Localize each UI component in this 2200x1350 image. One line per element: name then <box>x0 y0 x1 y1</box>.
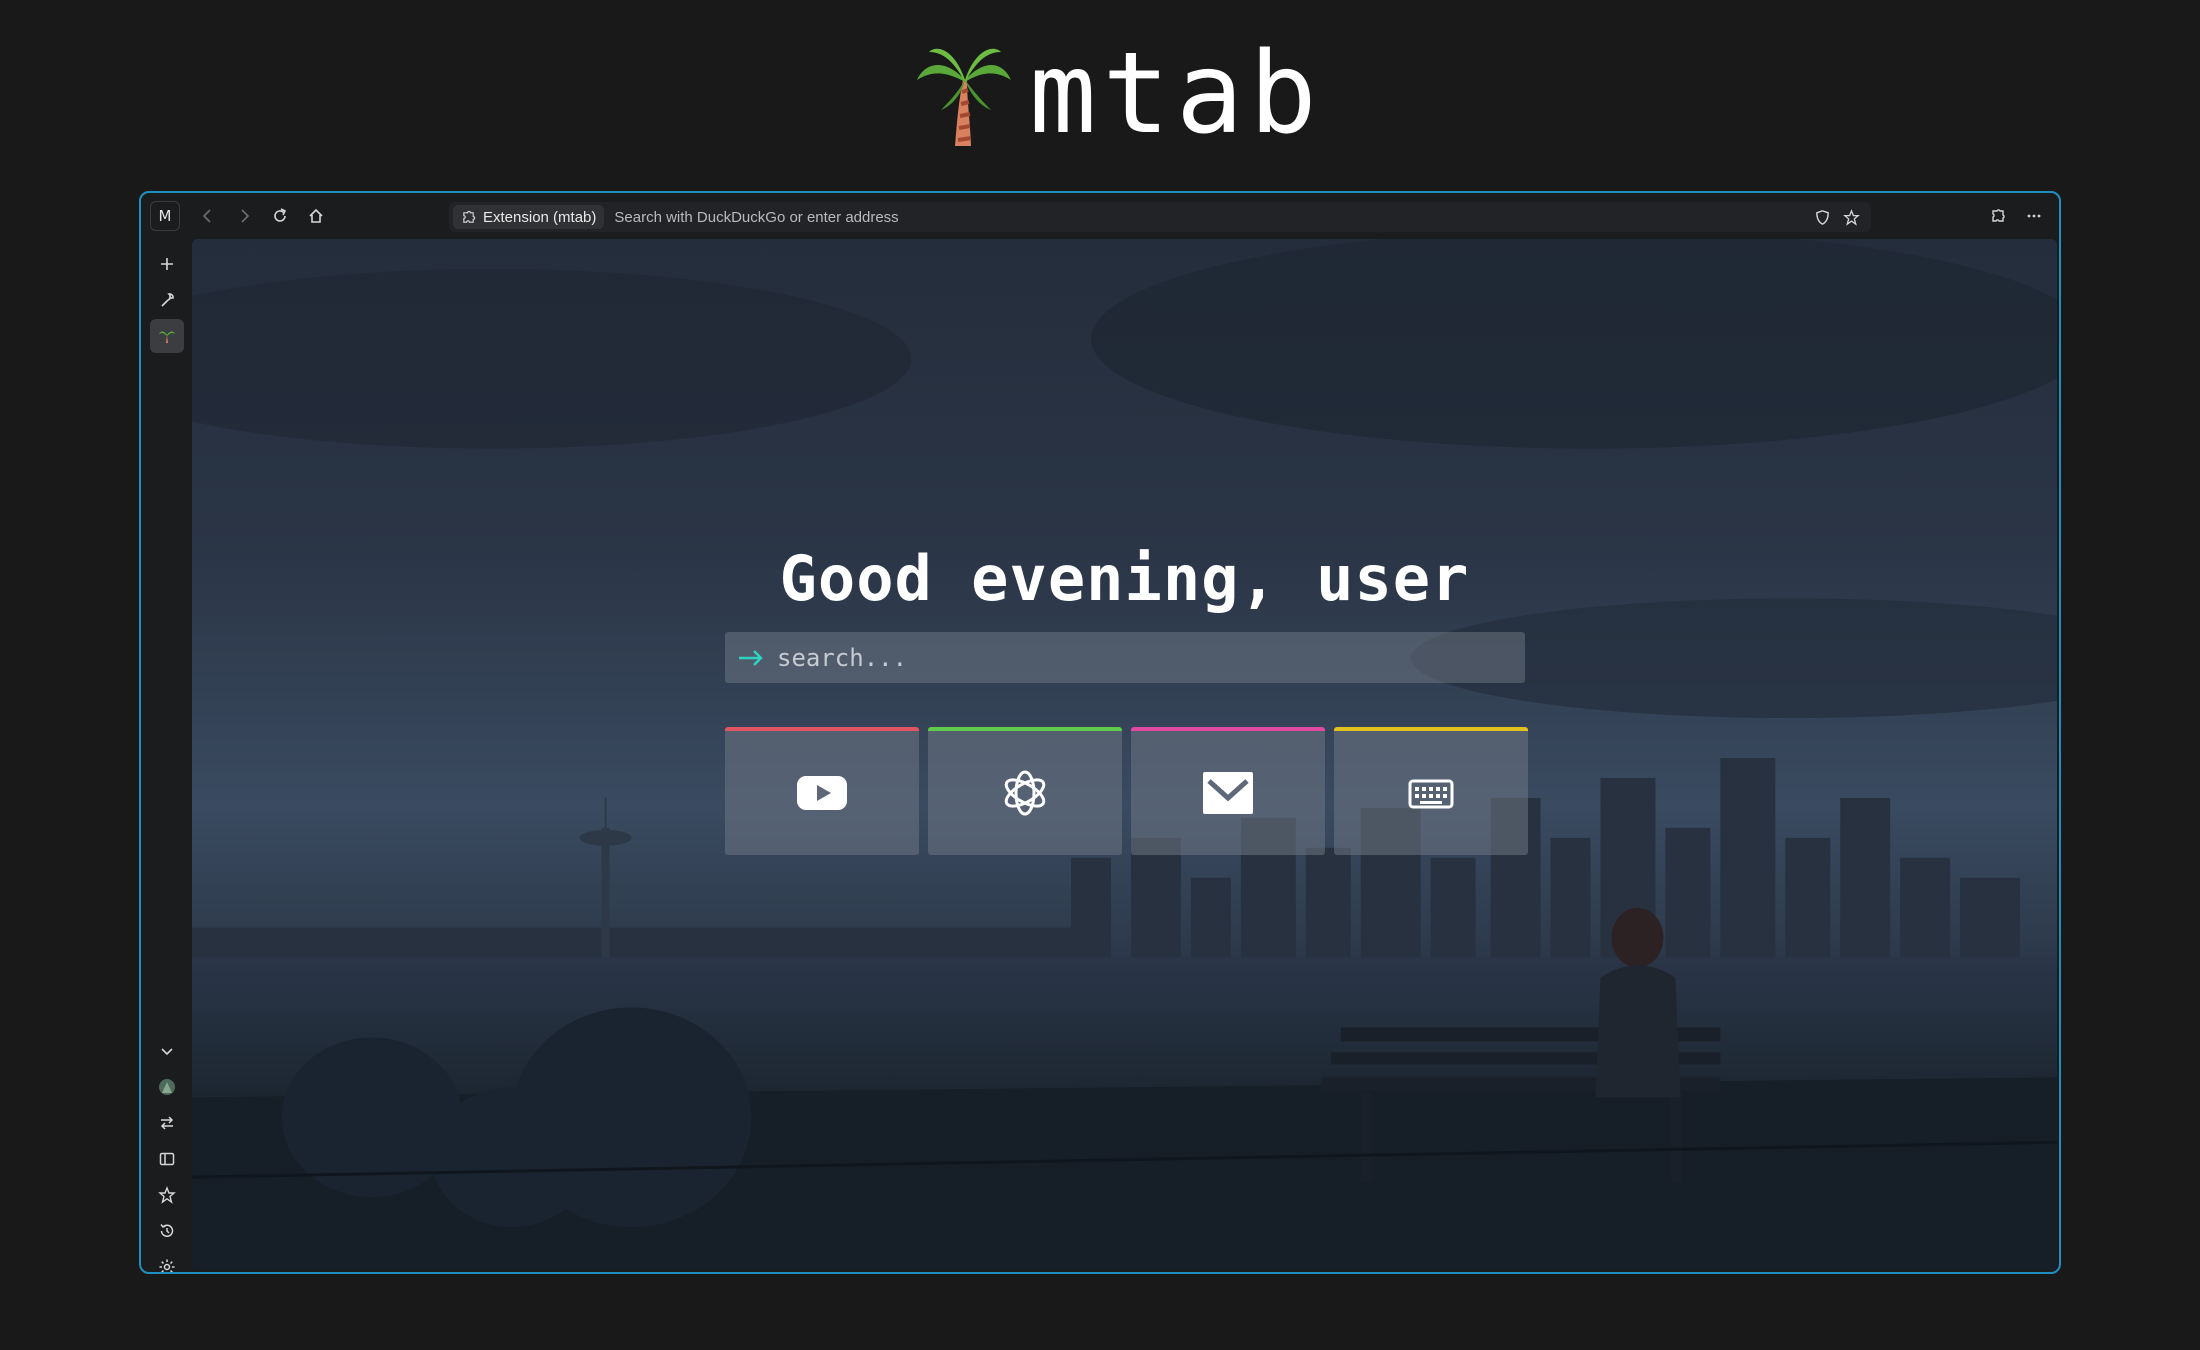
sidebar <box>141 239 192 1272</box>
extension-label: Extension (mtab) <box>483 208 597 226</box>
browser-window: M Extension (mtab) Search with DuckDuckG… <box>139 191 2061 1274</box>
quick-links <box>725 727 1528 855</box>
extensions-puzzle-icon[interactable] <box>1986 204 2010 228</box>
url-bar[interactable]: Extension (mtab) Search with DuckDuckGo … <box>449 202 1871 232</box>
extension-identity-pill[interactable]: Extension (mtab) <box>453 205 605 229</box>
wrench-icon[interactable] <box>150 283 184 317</box>
reload-icon[interactable] <box>268 204 292 228</box>
mail-icon <box>1203 772 1253 814</box>
greeting-heading: Good evening, user <box>779 542 1470 615</box>
avatar[interactable] <box>150 1070 184 1104</box>
app-logo: mtab <box>915 38 1323 150</box>
palm-tree-icon <box>917 48 1011 146</box>
arrow-right-icon <box>739 649 763 666</box>
sync-arrows-icon[interactable] <box>150 1106 184 1140</box>
quick-link-keyboard[interactable] <box>1334 727 1528 855</box>
home-icon[interactable] <box>304 204 328 228</box>
extension-icon <box>463 210 476 223</box>
new-tab-icon[interactable] <box>150 247 184 281</box>
logo-text: mtab <box>1029 29 1323 159</box>
forward-icon[interactable] <box>232 204 256 228</box>
profile-button[interactable]: M <box>150 201 180 231</box>
bookmark-star-icon[interactable] <box>1841 207 1861 227</box>
url-placeholder: Search with DuckDuckGo or enter address <box>614 208 899 226</box>
sidebar-panel-icon[interactable] <box>150 1142 184 1176</box>
mtab-tab-palm-icon[interactable] <box>150 319 184 353</box>
quick-link-chatgpt[interactable] <box>928 727 1122 855</box>
chevron-down-icon[interactable] <box>150 1034 184 1068</box>
search-box[interactable] <box>725 632 1525 683</box>
youtube-icon <box>797 776 847 810</box>
back-icon[interactable] <box>196 204 220 228</box>
history-icon[interactable] <box>150 1214 184 1248</box>
menu-more-icon[interactable] <box>2022 204 2046 228</box>
settings-gear-icon[interactable] <box>150 1250 184 1272</box>
quick-link-youtube[interactable] <box>725 727 919 855</box>
keyboard-icon <box>1408 779 1454 809</box>
browser-toolbar: M Extension (mtab) Search with DuckDuckG… <box>141 193 2059 239</box>
search-input[interactable] <box>777 643 1497 672</box>
quick-link-mail[interactable] <box>1131 727 1325 855</box>
new-tab-page: Good evening, user <box>192 239 2057 1270</box>
shield-icon[interactable] <box>1812 207 1832 227</box>
bookmarks-star-icon[interactable] <box>150 1178 184 1212</box>
openai-icon <box>1004 770 1046 816</box>
